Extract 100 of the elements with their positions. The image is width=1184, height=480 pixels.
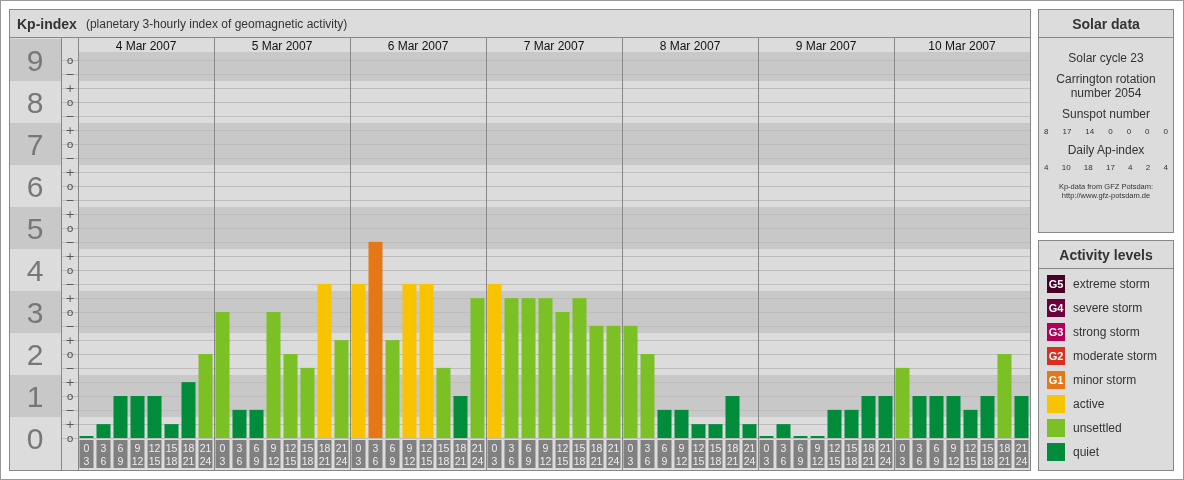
ap-index-value: 17	[1105, 163, 1115, 172]
time-slot-label: 9 12	[538, 440, 553, 468]
y-axis-label: 3	[26, 296, 44, 329]
y-axis-label: 5	[26, 212, 44, 245]
x-tick-label: 3 6	[780, 442, 787, 467]
y-minor-tick-label: o	[66, 431, 74, 445]
legend-label: strong storm	[1073, 325, 1140, 339]
x-tick-label: 6 9	[933, 442, 940, 467]
y-minor-tick-label: −	[65, 235, 75, 249]
chart-subtitle: (planetary 3-hourly index of geomagnetic activity)	[85, 16, 348, 31]
y-minor-tick-label: +	[65, 207, 75, 221]
time-slot-label: 15 18	[300, 440, 315, 468]
time-slot-label: 0 3	[351, 440, 366, 468]
y-minor-tick-label: o	[66, 305, 74, 319]
x-tick-label: 0 3	[627, 442, 634, 467]
time-slot-label: 6 9	[657, 440, 672, 468]
time-slot-label: 3 6	[776, 440, 791, 468]
x-tick-label: 3 6	[916, 442, 923, 467]
time-slot-label: 6 9	[521, 440, 536, 468]
y-minor-tick-label: o	[66, 137, 74, 151]
x-tick-label: 0 3	[491, 442, 498, 467]
time-slot-label: 6 9	[793, 440, 808, 468]
y-minor-tick-label: −	[65, 319, 75, 333]
x-tick-label: 3 6	[236, 442, 243, 467]
y-minor-tick-label: +	[65, 81, 75, 95]
x-tick-label: 6 9	[525, 442, 532, 467]
y-minor-tick-label: o	[66, 179, 74, 193]
time-slot-label: 0 3	[895, 440, 910, 468]
sunspot-value: 17	[1062, 127, 1072, 136]
time-slot-label: 9 12	[810, 440, 825, 468]
y-minor-tick-label: +	[65, 123, 75, 137]
y-minor-tick-label: +	[65, 417, 75, 431]
y-minor-tick-label: +	[65, 291, 75, 305]
time-slot-label: 18 21	[997, 440, 1012, 468]
time-slot-label: 12 15	[419, 440, 434, 468]
legend-swatch: G5	[1047, 275, 1065, 293]
date-label: 10 Mar 2007	[928, 38, 996, 53]
date-label: 9 Mar 2007	[795, 38, 857, 53]
time-slot-label: 21 24	[1014, 440, 1029, 468]
time-slot-label: 21 24	[878, 440, 893, 468]
time-slot-label: 15 18	[980, 440, 995, 468]
time-slot-label: 12 15	[555, 440, 570, 468]
legend-swatch: G3	[1047, 323, 1065, 341]
legend-swatch: G1	[1047, 371, 1065, 389]
x-tick-label: 0 3	[83, 442, 90, 467]
x-tick-label: 6 9	[797, 442, 804, 467]
x-tick-label: 6 9	[253, 442, 260, 467]
time-slot-label: 21 24	[742, 440, 757, 468]
ap-index-label: Daily Ap-index	[1066, 143, 1146, 157]
y-axis-label: 2	[26, 338, 44, 371]
x-tick-label: 3 6	[644, 442, 651, 467]
time-slot-label: 9 12	[130, 440, 145, 468]
time-slot-label: 15 18	[164, 440, 179, 468]
x-tick-label: 3 6	[372, 442, 379, 467]
y-minor-tick-label: −	[65, 403, 75, 417]
ap-index-value: 4	[1044, 163, 1049, 172]
y-minor-tick-label: o	[66, 389, 74, 403]
time-slot-label: 18 21	[861, 440, 876, 468]
date-label: 8 Mar 2007	[659, 38, 721, 53]
time-slot-label: 3 6	[232, 440, 247, 468]
y-minor-tick-label: o	[66, 263, 74, 277]
legend-label: minor storm	[1073, 373, 1137, 387]
sunspot-value: 0	[1145, 127, 1150, 136]
sunspot-value: 0	[1163, 127, 1168, 136]
legend-swatch: G4	[1047, 299, 1065, 317]
time-slot-label: 6 9	[929, 440, 944, 468]
legend-label: quiet	[1073, 445, 1100, 459]
time-slot-label: 15 18	[436, 440, 451, 468]
time-slot-label: 18 21	[453, 440, 468, 468]
sunspot-label: Sunspot number	[1060, 107, 1152, 121]
time-slot-label: 0 3	[215, 440, 230, 468]
sunspot-value: 8	[1044, 127, 1049, 136]
sunspot-value: 0	[1108, 127, 1113, 136]
time-slot-label: 9 12	[266, 440, 281, 468]
y-minor-tick-label: +	[65, 375, 75, 389]
y-minor-tick-label: −	[65, 67, 75, 81]
y-minor-tick-label: +	[65, 165, 75, 179]
date-label: 6 Mar 2007	[387, 38, 449, 53]
date-label: 7 Mar 2007	[523, 38, 585, 53]
solar-cycle-text: Solar cycle 23	[1067, 51, 1145, 65]
y-axis-label: 7	[26, 128, 44, 161]
ap-index-value: 10	[1061, 163, 1071, 172]
time-slot-label: 15 18	[708, 440, 723, 468]
time-slot-label: 3 6	[912, 440, 927, 468]
ap-index-value: 18	[1083, 163, 1093, 172]
x-tick-label: 0 3	[899, 442, 906, 467]
x-tick-label: 0 3	[763, 442, 770, 467]
time-slot-label: 12 15	[827, 440, 842, 468]
time-slot-label: 18 21	[589, 440, 604, 468]
time-slot-label: 12 15	[283, 440, 298, 468]
legend-label: unsettled	[1073, 421, 1122, 435]
y-minor-tick-label: o	[66, 347, 74, 361]
y-axis-label: 9	[26, 44, 44, 77]
time-slot-label: 9 12	[402, 440, 417, 468]
y-minor-tick-label: −	[65, 193, 75, 207]
y-minor-tick-label: +	[65, 249, 75, 263]
y-axis-label: 0	[26, 422, 44, 455]
time-slot-label: 6 9	[385, 440, 400, 468]
legend-label: active	[1073, 397, 1105, 411]
y-axis-label: 8	[26, 86, 44, 119]
